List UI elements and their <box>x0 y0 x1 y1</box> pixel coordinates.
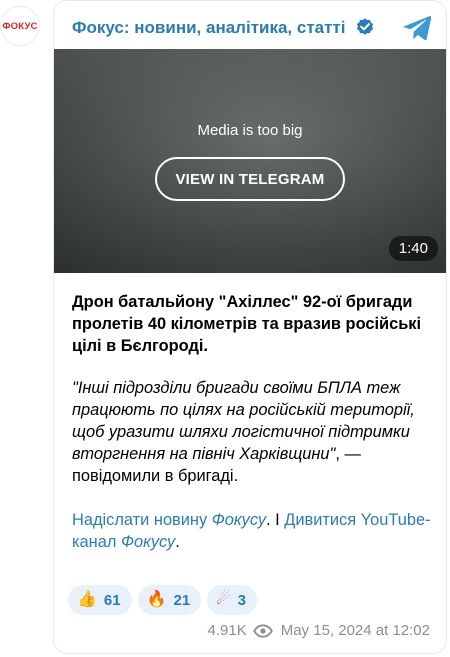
reaction-comet[interactable]: ☄ 3 <box>207 585 257 615</box>
video-duration-badge: 1:40 <box>388 236 438 261</box>
quote-text: "Інші підрозділи бригади своїми БПЛА теж… <box>72 379 415 463</box>
telegram-icon[interactable] <box>402 15 432 41</box>
post-header: Фокус: новини, аналітика, статті <box>72 15 438 41</box>
reaction-count: 21 <box>173 591 191 609</box>
send-news-link[interactable]: Надіслати новину Фокусу <box>72 511 266 529</box>
comet-icon: ☄ <box>216 591 231 608</box>
link-separator: . І <box>266 511 285 529</box>
fire-icon: 🔥 <box>146 591 167 608</box>
post-links: Надіслати новину Фокусу. І Дивитися YouT… <box>72 509 438 553</box>
reaction-fire[interactable]: 🔥 21 <box>137 585 202 615</box>
post-date[interactable]: May 15, 2024 at 12:02 <box>281 622 430 639</box>
verified-icon <box>354 17 376 39</box>
link-end-period: . <box>175 533 180 551</box>
post-text: Дрон батальйону "Ахіллес" 92-ої бригади … <box>72 291 438 553</box>
reactions-bar: 👍 61 🔥 21 ☄ 3 <box>68 585 257 615</box>
view-count: 4.91K <box>207 622 247 639</box>
avatar-logo-text: ФОКУС <box>2 20 38 32</box>
video-placeholder[interactable]: Media is too big VIEW IN TELEGRAM 1:40 <box>54 49 446 273</box>
post-meta: 4.91K May 15, 2024 at 12:02 <box>208 622 430 639</box>
post-card: Фокус: новини, аналітика, статті Media i… <box>53 0 447 654</box>
thumbs-up-icon: 👍 <box>77 591 97 608</box>
post-headline: Дрон батальйону "Ахіллес" 92-ої бригади … <box>72 293 422 355</box>
media-too-big-text: Media is too big <box>197 122 303 139</box>
channel-avatar[interactable]: ФОКУС <box>0 6 40 46</box>
reaction-count: 61 <box>103 591 121 609</box>
reaction-thumbs-up[interactable]: 👍 61 <box>68 585 132 615</box>
channel-name-link[interactable]: Фокус: новини, аналітика, статті <box>72 18 346 38</box>
eye-icon <box>252 623 273 638</box>
view-in-telegram-button[interactable]: VIEW IN TELEGRAM <box>155 157 345 201</box>
post-quote: "Інші підрозділи бригади своїми БПЛА теж… <box>72 377 438 487</box>
reaction-count: 3 <box>237 591 246 609</box>
